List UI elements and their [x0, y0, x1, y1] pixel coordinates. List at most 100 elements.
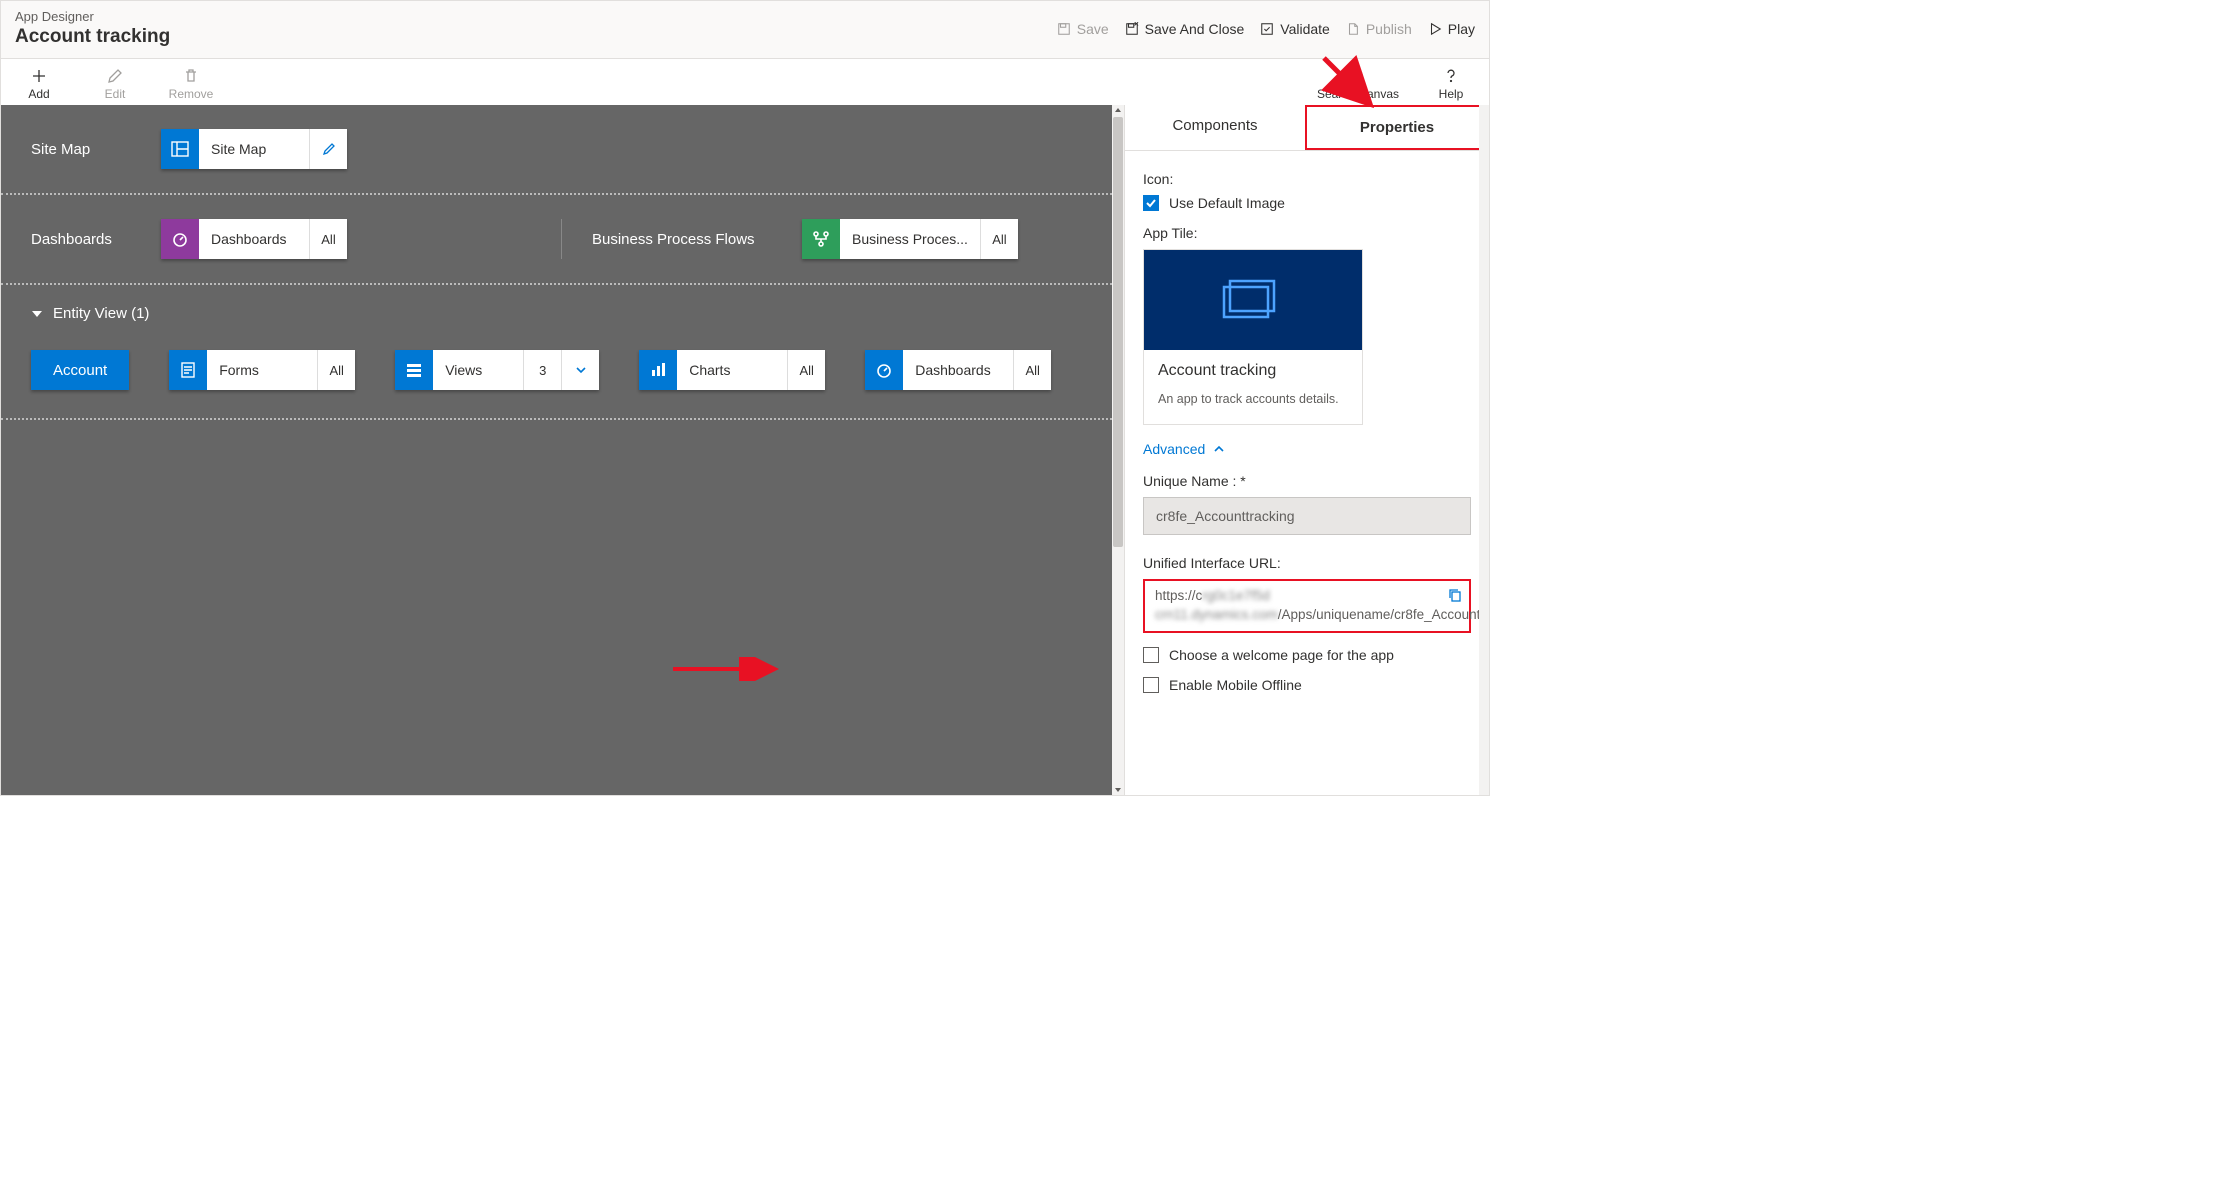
validate-button[interactable]: Validate — [1260, 21, 1330, 37]
validate-icon — [1260, 22, 1274, 36]
entity-dashboards-tile[interactable]: Dashboards All — [865, 350, 1051, 390]
views-tile[interactable]: Views 3 — [395, 350, 599, 390]
dashboards-row-label: Dashboards — [31, 231, 121, 248]
chevron-up-icon — [1213, 443, 1225, 455]
publish-button: Publish — [1346, 21, 1412, 37]
play-icon — [1428, 22, 1442, 36]
sitemap-edit-button[interactable] — [309, 129, 347, 169]
use-default-label: Use Default Image — [1169, 195, 1285, 211]
save-and-close-button[interactable]: Save And Close — [1125, 21, 1245, 37]
charts-tile-label: Charts — [677, 350, 787, 390]
app-header: App Designer Account tracking Save Save … — [1, 1, 1489, 59]
app-tile-image — [1144, 250, 1362, 350]
uif-url-prefix: https://c — [1155, 588, 1202, 603]
entity-view-label: Entity View (1) — [53, 305, 149, 322]
help-button[interactable]: Help — [1427, 67, 1475, 101]
plus-icon — [30, 67, 48, 85]
app-tile-title: Account tracking — [1158, 362, 1348, 380]
sitemap-tile-label: Site Map — [199, 129, 309, 169]
mobile-offline-label: Enable Mobile Offline — [1169, 677, 1302, 693]
panel-scrollbar[interactable] — [1479, 105, 1489, 795]
entity-account-chip[interactable]: Account — [31, 350, 129, 390]
tab-properties[interactable]: Properties — [1305, 105, 1489, 150]
bpf-row-label: Business Process Flows — [592, 231, 762, 248]
sitemap-tile[interactable]: Site Map — [161, 129, 347, 169]
edit-label: Edit — [105, 87, 126, 101]
charts-icon — [639, 350, 677, 390]
forms-tile[interactable]: Forms All — [169, 350, 355, 390]
entity-view-section: Entity View (1) Account Forms All — [1, 285, 1112, 420]
views-count[interactable]: 3 — [523, 350, 561, 390]
save-label: Save — [1077, 21, 1109, 37]
use-default-image-checkbox[interactable]: Use Default Image — [1143, 195, 1471, 211]
publish-icon — [1346, 22, 1360, 36]
unique-name-input[interactable] — [1143, 497, 1471, 535]
canvas[interactable]: Site Map Site Map Dashboards — [1, 105, 1124, 795]
dashboards-bpf-row: Dashboards Dashboards All Business Proce… — [1, 195, 1112, 285]
views-expand-button[interactable] — [561, 350, 599, 390]
chevron-down-icon — [31, 308, 43, 320]
dashboard-icon — [161, 219, 199, 259]
header-title: Account tracking — [15, 26, 170, 48]
dashboards-tile-label: Dashboards — [199, 219, 309, 259]
remove-label: Remove — [169, 87, 214, 101]
app-tile-desc: An app to track accounts details. — [1158, 392, 1348, 406]
remove-button: Remove — [167, 67, 215, 101]
welcome-page-label: Choose a welcome page for the app — [1169, 647, 1394, 663]
pencil-icon — [106, 67, 124, 85]
trash-icon — [182, 67, 200, 85]
views-tile-label: Views — [433, 350, 523, 390]
copy-icon[interactable] — [1447, 587, 1463, 603]
forms-icon — [169, 350, 207, 390]
unique-name-label: Unique Name : * — [1143, 473, 1471, 489]
validate-label: Validate — [1280, 21, 1330, 37]
dashboards-count[interactable]: All — [309, 219, 347, 259]
checkbox-empty-icon — [1143, 647, 1159, 663]
search-icon — [1349, 67, 1367, 85]
charts-tile[interactable]: Charts All — [639, 350, 825, 390]
check-icon — [1143, 195, 1159, 211]
charts-count[interactable]: All — [787, 350, 825, 390]
add-button[interactable]: Add — [15, 67, 63, 101]
mobile-offline-checkbox[interactable]: Enable Mobile Offline — [1143, 677, 1471, 693]
save-close-label: Save And Close — [1145, 21, 1245, 37]
uif-url-suffix: /Apps/uniquename/cr8fe_Accounttracking — [1278, 607, 1489, 622]
search-label: Search Canvas — [1317, 87, 1399, 101]
forms-tile-label: Forms — [207, 350, 317, 390]
header-subtitle: App Designer — [15, 9, 170, 24]
advanced-toggle[interactable]: Advanced — [1143, 441, 1471, 457]
uif-url-label: Unified Interface URL: — [1143, 555, 1471, 571]
tab-components[interactable]: Components — [1125, 105, 1305, 150]
publish-label: Publish — [1366, 21, 1412, 37]
help-label: Help — [1439, 87, 1464, 101]
app-tile-label: App Tile: — [1143, 225, 1471, 241]
toolbar: Add Edit Remove Search Canvas Help — [1, 59, 1489, 105]
sitemap-row: Site Map Site Map — [1, 105, 1112, 195]
bpf-count[interactable]: All — [980, 219, 1018, 259]
sitemap-icon — [161, 129, 199, 169]
play-button[interactable]: Play — [1428, 21, 1475, 37]
views-icon — [395, 350, 433, 390]
search-canvas-button[interactable]: Search Canvas — [1317, 67, 1399, 101]
canvas-scrollbar[interactable] — [1112, 105, 1124, 795]
save-button: Save — [1057, 21, 1109, 37]
entity-view-toggle[interactable]: Entity View (1) — [31, 305, 1082, 322]
edit-button: Edit — [91, 67, 139, 101]
bpf-tile[interactable]: Business Proces... All — [802, 219, 1018, 259]
forms-count[interactable]: All — [317, 350, 355, 390]
properties-panel: Components Properties Icon: Use Default … — [1124, 105, 1489, 795]
save-icon — [1057, 22, 1071, 36]
add-label: Add — [28, 87, 49, 101]
save-close-icon — [1125, 22, 1139, 36]
uif-url-box[interactable]: https://crg0c1e7f5d crn11.dynamics.com/A… — [1143, 579, 1471, 633]
sitemap-row-label: Site Map — [31, 141, 121, 158]
checkbox-empty-icon — [1143, 677, 1159, 693]
advanced-label: Advanced — [1143, 441, 1205, 457]
welcome-page-checkbox[interactable]: Choose a welcome page for the app — [1143, 647, 1471, 663]
play-label: Play — [1448, 21, 1475, 37]
entity-dashboards-count[interactable]: All — [1013, 350, 1051, 390]
app-tile-preview: Account tracking An app to track account… — [1143, 249, 1363, 425]
dashboards-tile[interactable]: Dashboards All — [161, 219, 347, 259]
bpf-icon — [802, 219, 840, 259]
help-icon — [1442, 67, 1460, 85]
